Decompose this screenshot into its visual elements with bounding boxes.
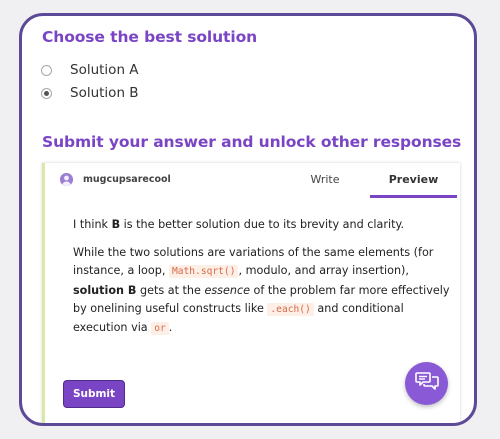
option-label: Solution A bbox=[70, 62, 139, 78]
tab-write[interactable]: Write bbox=[297, 163, 353, 198]
inline-code: Math.sqrt() bbox=[168, 265, 239, 279]
radio-solution-b[interactable] bbox=[41, 87, 52, 99]
inline-code: or bbox=[151, 322, 169, 336]
editor-header: mugcupsarecool Write Preview bbox=[45, 163, 460, 198]
chat-button[interactable] bbox=[405, 362, 448, 405]
submit-button[interactable]: Submit bbox=[63, 380, 125, 408]
choose-heading: Choose the best solution bbox=[42, 28, 258, 46]
inline-code: .each() bbox=[267, 302, 314, 316]
user-avatar-icon bbox=[60, 173, 73, 186]
answer-editor: mugcupsarecool Write Preview I think B i… bbox=[42, 163, 460, 423]
radio-solution-a[interactable] bbox=[41, 64, 52, 76]
paragraph-2: While the two solutions are variations o… bbox=[73, 246, 450, 336]
tab-preview[interactable]: Preview bbox=[370, 163, 457, 198]
submit-heading: Submit your answer and unlock other resp… bbox=[42, 133, 462, 151]
chat-bubbles-icon bbox=[414, 371, 439, 397]
option-label: Solution B bbox=[70, 85, 139, 101]
option-solution-b[interactable]: Solution B bbox=[41, 84, 139, 102]
question-card: Choose the best solution Solution A Solu… bbox=[19, 13, 477, 426]
option-solution-a[interactable]: Solution A bbox=[41, 61, 139, 79]
username: mugcupsarecool bbox=[83, 174, 171, 185]
preview-content: I think B is the better solution due to … bbox=[73, 216, 453, 348]
paragraph-1: I think B is the better solution due to … bbox=[73, 218, 405, 231]
